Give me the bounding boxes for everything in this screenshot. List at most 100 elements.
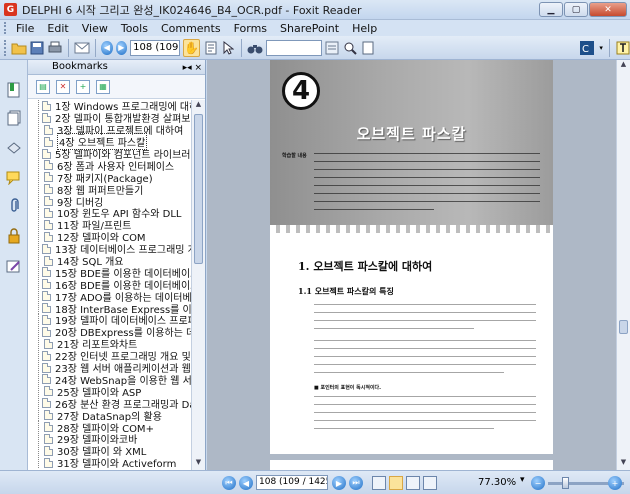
tree-connector <box>38 183 41 195</box>
security-panel-icon[interactable] <box>6 228 22 244</box>
expand-bookmark-icon[interactable]: ▤ <box>36 79 50 94</box>
tree-connector <box>38 326 39 338</box>
learn-label: 학습할 내용 <box>282 153 307 159</box>
signature-panel-icon[interactable] <box>6 258 22 274</box>
binoculars-icon[interactable] <box>247 39 263 57</box>
menu-forms[interactable]: Forms <box>234 22 267 35</box>
layers-panel-icon[interactable] <box>6 140 22 156</box>
tree-connector <box>38 159 41 171</box>
body-text-line <box>314 328 474 330</box>
window-controls: ▁ ▢ ✕ <box>539 2 627 17</box>
pointer-icon[interactable] <box>221 39 236 57</box>
zoom-dropdown-icon[interactable]: ▾ <box>520 475 525 485</box>
bookmarks-header: Bookmarks ▸◂ × <box>28 60 205 75</box>
menu-file[interactable]: File <box>16 22 34 35</box>
scroll-down-icon[interactable]: ▼ <box>617 458 630 470</box>
tree-connector <box>38 100 39 112</box>
page-number-input[interactable]: 108 (109 / 142 <box>130 39 181 56</box>
scrollbar-thumb[interactable] <box>194 114 203 264</box>
tree-connector <box>38 338 41 350</box>
status-page-input[interactable]: 108 (109 / 1425) <box>256 475 328 490</box>
page-icon[interactable] <box>361 39 376 57</box>
body-text-line <box>314 412 536 414</box>
bookmarks-scrollbar[interactable]: ▲ ▼ <box>191 100 205 470</box>
document-view[interactable]: 4 오브젝트 파스칼 학습할 내용 1. 오브젝트 파스칼에 대하여 1.1 오… <box>207 60 616 470</box>
scroll-down-icon[interactable]: ▼ <box>192 458 205 470</box>
bookmark-options-icon[interactable]: ▦ <box>96 79 110 94</box>
window-title: DELPHI 6 시작 그리고 완성_IK024646_B4_OCR.pdf -… <box>22 3 362 17</box>
bookmark-page-icon <box>44 410 53 421</box>
close-button[interactable]: ✕ <box>589 2 627 17</box>
app-icon: G <box>4 3 17 16</box>
bookmark-page-icon <box>44 445 53 456</box>
single-page-layout-icon[interactable] <box>372 476 386 490</box>
hand-tool-icon[interactable]: ✋ <box>183 38 201 57</box>
zoom-slider-knob[interactable] <box>562 477 569 489</box>
previous-page-icon[interactable]: ◀ <box>239 476 253 490</box>
maximize-button[interactable]: ▢ <box>564 2 588 17</box>
status-bar: ⏮ ◀ 108 (109 / 1425) ▶ ⏭ 77.30% ▾ − + <box>0 470 630 494</box>
save-icon[interactable] <box>30 39 45 57</box>
select-text-icon[interactable] <box>203 39 218 57</box>
bookmarks-panel-icon[interactable] <box>6 82 22 98</box>
open-folder-icon[interactable] <box>11 39 27 57</box>
continuous-layout-icon[interactable] <box>389 476 403 490</box>
foxit-logo-icon[interactable]: C <box>579 39 595 57</box>
tree-connector <box>38 171 41 183</box>
menu-help[interactable]: Help <box>352 22 377 35</box>
bookmarks-toolbar: ▤ ✕ + ▦ <box>28 75 205 99</box>
tree-connector <box>38 255 41 267</box>
comments-panel-icon[interactable] <box>6 170 22 186</box>
attachments-panel-icon[interactable] <box>6 198 22 214</box>
typewriter-icon[interactable] <box>615 39 630 57</box>
menu-view[interactable]: View <box>82 22 108 35</box>
document-scrollbar[interactable]: ▲ ▼ <box>616 60 630 470</box>
body-text-line <box>314 372 504 374</box>
bookmark-page-icon <box>44 136 53 147</box>
first-page-icon[interactable]: ⏮ <box>222 476 236 490</box>
zoom-out-icon[interactable]: − <box>531 476 545 490</box>
email-icon[interactable] <box>74 39 90 57</box>
zoom-in-icon[interactable]: + <box>608 476 622 490</box>
next-page-icon[interactable]: ▶ <box>332 476 346 490</box>
minimize-button[interactable]: ▁ <box>539 2 563 17</box>
subsection-title: 1.1 오브젝트 파스칼의 특징 <box>298 286 394 296</box>
dropdown-arrow-icon[interactable]: ▾ <box>598 39 605 57</box>
scroll-up-icon[interactable]: ▲ <box>617 60 630 72</box>
tree-connector <box>38 124 41 136</box>
menu-sharepoint[interactable]: SharePoint <box>280 22 339 35</box>
scroll-up-icon[interactable]: ▲ <box>192 100 205 112</box>
bookmark-page-icon <box>42 112 51 123</box>
pages-panel-icon[interactable] <box>6 110 22 126</box>
tree-connector <box>38 457 41 469</box>
tree-connector <box>38 290 39 302</box>
continuous-facing-layout-icon[interactable] <box>423 476 437 490</box>
tree-connector <box>38 112 39 124</box>
add-bookmark-icon[interactable]: + <box>76 79 90 94</box>
facing-layout-icon[interactable] <box>406 476 420 490</box>
print-icon[interactable] <box>47 39 63 57</box>
bookmarks-panel: Bookmarks ▸◂ × ▤ ✕ + ▦ 1장 Windows 프로그래밍에… <box>28 60 206 470</box>
bookmark-item[interactable]: 31장 델파이와 Activeform <box>28 457 192 470</box>
last-page-icon[interactable]: ⏭ <box>349 476 363 490</box>
tree-connector <box>38 207 41 219</box>
find-icon[interactable] <box>343 39 358 57</box>
menu-tools[interactable]: Tools <box>121 22 148 35</box>
search-input[interactable] <box>265 39 322 56</box>
tree-connector <box>38 243 39 255</box>
svg-text:C: C <box>582 44 589 55</box>
scrollbar-thumb[interactable] <box>619 320 628 334</box>
bookmark-item[interactable]: 8장 웹 퍼퍼트만들기 <box>28 183 192 197</box>
bookmarks-title: Bookmarks <box>52 61 108 72</box>
search-options-icon[interactable] <box>325 39 340 57</box>
bookmarks-panel-controls[interactable]: ▸◂ × <box>183 61 202 75</box>
delete-bookmark-icon[interactable]: ✕ <box>56 79 70 94</box>
previous-page-icon[interactable]: ◀ <box>101 40 113 55</box>
bookmark-page-icon <box>44 255 53 266</box>
menu-edit[interactable]: Edit <box>47 22 68 35</box>
chapter-number: 4 <box>282 72 320 110</box>
menu-comments[interactable]: Comments <box>161 22 221 35</box>
bookmark-page-icon <box>44 124 53 135</box>
tree-connector <box>38 385 41 397</box>
next-page-icon[interactable]: ▶ <box>115 40 128 55</box>
